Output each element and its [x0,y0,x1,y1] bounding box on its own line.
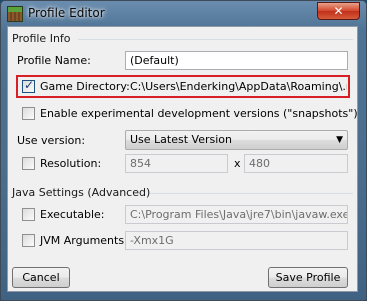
executable-input[interactable]: C:\Program Files\Java\jre7\bin\javaw.exe [125,205,348,224]
resolution-label: Resolution: [40,157,102,170]
use-version-value: Use Latest Version [130,133,232,146]
minecraft-grass-block-icon [7,6,23,22]
game-directory-label: Game Directory: [40,80,130,93]
save-profile-button[interactable]: Save Profile [268,267,348,288]
profile-name-input[interactable]: (Default) [125,51,348,70]
checkmark-icon: ✓ [24,78,35,92]
profile-editor-window: Profile Editor ✕ Profile Info Profile Na… [0,0,367,301]
resolution-checkbox[interactable] [22,157,35,170]
resolution-separator: x [234,157,241,170]
profile-name-label: Profile Name: [17,54,91,67]
executable-label: Executable: [40,208,105,221]
cancel-button[interactable]: Cancel [12,267,70,288]
java-settings-divider [150,193,353,194]
profile-info-section-title: Profile Info [12,32,71,45]
jvm-arguments-label: JVM Arguments: [40,234,128,247]
chevron-down-icon: ▼ [336,135,343,145]
dialog-body: Profile Info Profile Name: (Default) ✓ G… [7,26,358,292]
title-bar[interactable]: Profile Editor ✕ [1,1,366,25]
jvm-arguments-checkbox[interactable] [22,234,35,247]
use-version-dropdown[interactable]: Use Latest Version ▼ [125,130,348,150]
profile-info-divider [78,39,353,40]
snapshots-label: Enable experimental development versions… [40,107,358,120]
java-settings-section-title: Java Settings (Advanced) [12,186,151,199]
close-button[interactable]: ✕ [317,2,360,20]
game-directory-input[interactable]: C:\Users\Enderking\AppData\Roaming\.mine… [125,77,348,96]
game-directory-checkbox[interactable]: ✓ [22,78,35,93]
resolution-width-input[interactable]: 854 [125,154,228,173]
snapshots-checkbox[interactable] [22,107,35,120]
jvm-arguments-input[interactable]: -Xmx1G [125,231,348,250]
executable-checkbox[interactable] [22,208,35,221]
resolution-height-input[interactable]: 480 [244,154,348,173]
window-title: Profile Editor [28,6,105,20]
use-version-label: Use version: [17,134,86,147]
